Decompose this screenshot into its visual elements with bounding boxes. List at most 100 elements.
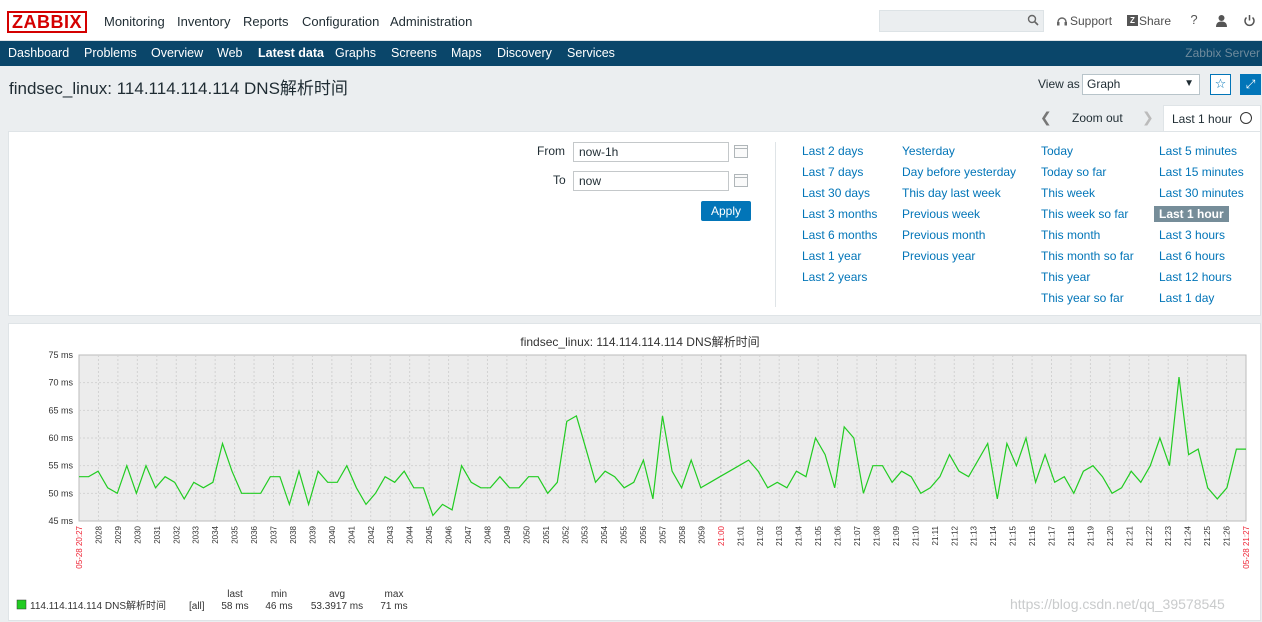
quick-range-last-7-days[interactable]: Last 7 days (802, 165, 863, 179)
quick-range-last-6-hours[interactable]: Last 6 hours (1159, 249, 1225, 263)
fullscreen-button[interactable]: ⤢ (1240, 74, 1261, 95)
quick-range-last-15-minutes[interactable]: Last 15 minutes (1159, 165, 1244, 179)
quick-range-this-month[interactable]: This month (1041, 228, 1100, 242)
x-tick-label: 2047 (464, 525, 473, 543)
tab-web[interactable]: Web (217, 46, 242, 60)
x-tick-label: 21:04 (795, 525, 804, 546)
apply-button[interactable]: Apply (701, 201, 751, 221)
search-icon[interactable] (1027, 14, 1039, 26)
x-tick-label: 21:10 (911, 525, 920, 546)
quick-range-last-12-hours[interactable]: Last 12 hours (1159, 270, 1232, 284)
x-tick-label: 21:09 (892, 525, 901, 546)
x-tick-label: 2045 (425, 525, 434, 543)
share-link[interactable]: Share (1139, 14, 1171, 28)
x-tick-label: 2028 (94, 525, 103, 543)
help-icon[interactable]: ? (1186, 12, 1202, 28)
tab-graphs[interactable]: Graphs (335, 46, 376, 60)
quick-range-this-year[interactable]: This year (1041, 270, 1090, 284)
x-tick-label: 21:01 (736, 525, 745, 546)
quick-range-previous-week[interactable]: Previous week (902, 207, 980, 221)
quick-range-last-30-days[interactable]: Last 30 days (802, 186, 870, 200)
quick-range-today[interactable]: Today (1041, 144, 1073, 158)
quick-range-last-3-hours[interactable]: Last 3 hours (1159, 228, 1225, 242)
quick-range-previous-year[interactable]: Previous year (902, 249, 975, 263)
x-tick-label: 2040 (328, 525, 337, 543)
server-name: Zabbix Server (1185, 46, 1260, 60)
tab-latest-data[interactable]: Latest data (258, 46, 324, 60)
quick-range-previous-month[interactable]: Previous month (902, 228, 985, 242)
menu-inventory[interactable]: Inventory (177, 14, 230, 29)
quick-range-last-5-minutes[interactable]: Last 5 minutes (1159, 144, 1237, 158)
top-header: ZABBIX Monitoring Inventory Reports Conf… (0, 0, 1262, 41)
time-period-tab[interactable]: Last 1 hour (1163, 105, 1261, 131)
quick-range-this-year-so-far[interactable]: This year so far (1041, 291, 1124, 305)
chevron-right-icon[interactable]: ❯ (1142, 110, 1154, 126)
menu-reports[interactable]: Reports (243, 14, 289, 29)
dns-time-graph[interactable]: findsec_linux: 114.114.114.114 DNS解析时间 7… (9, 324, 1262, 622)
tab-services[interactable]: Services (567, 46, 615, 60)
chevron-left-icon[interactable]: ❮ (1040, 110, 1052, 126)
x-tick-label: 2055 (620, 525, 629, 543)
search-input[interactable] (879, 10, 1044, 32)
x-tick-label: 2030 (133, 525, 142, 543)
quick-range-this-month-so-far[interactable]: This month so far (1041, 249, 1134, 263)
quick-range-last-1-year[interactable]: Last 1 year (802, 249, 861, 263)
favorite-star-button[interactable]: ☆ (1210, 74, 1231, 95)
quick-range-this-day-last-week[interactable]: This day last week (902, 186, 1001, 200)
quick-range-this-week-so-far[interactable]: This week so far (1041, 207, 1128, 221)
menu-monitoring[interactable]: Monitoring (104, 14, 165, 29)
x-tick-label: 2053 (581, 525, 590, 543)
quick-range-this-week[interactable]: This week (1041, 186, 1095, 200)
x-tick-label: 21:24 (1184, 525, 1193, 546)
to-input[interactable]: now (573, 171, 729, 191)
x-tick-label: 2043 (386, 525, 395, 543)
tab-problems[interactable]: Problems (84, 46, 137, 60)
y-tick-label: 75 ms (48, 350, 73, 360)
quick-range-last-1-day[interactable]: Last 1 day (1159, 291, 1214, 305)
y-tick-label: 55 ms (48, 461, 73, 471)
from-label: From (537, 144, 565, 158)
from-input[interactable]: now-1h (573, 142, 729, 162)
quick-range-day-before-yesterday[interactable]: Day before yesterday (902, 165, 1016, 179)
y-tick-label: 50 ms (48, 488, 73, 498)
x-tick-label: 2050 (522, 525, 531, 543)
y-tick-label: 60 ms (48, 433, 73, 443)
quick-range-last-6-months[interactable]: Last 6 months (802, 228, 877, 242)
zabbix-logo[interactable]: ZABBIX (7, 11, 87, 33)
time-filter-panel: From now-1h To now Apply Last 2 days Las… (8, 131, 1261, 316)
x-tick-label: 21:21 (1125, 525, 1134, 546)
x-tick-label: 21:11 (931, 525, 940, 545)
quick-range-yesterday[interactable]: Yesterday (902, 144, 955, 158)
x-tick-label: 2032 (172, 525, 181, 543)
quick-range-last-2-days[interactable]: Last 2 days (802, 144, 863, 158)
x-tick-label: 05-28 20:27 (75, 525, 84, 568)
sign-out-icon[interactable] (1243, 14, 1256, 27)
x-tick-label: 21:03 (775, 525, 784, 546)
star-icon: ☆ (1214, 77, 1227, 92)
zoom-out-button[interactable]: Zoom out (1072, 111, 1123, 125)
quick-range-last-30-minutes[interactable]: Last 30 minutes (1159, 186, 1244, 200)
quick-range-last-3-months[interactable]: Last 3 months (802, 207, 877, 221)
tab-maps[interactable]: Maps (451, 46, 482, 60)
sub-navigation: Dashboard Problems Overview Web Latest d… (0, 41, 1262, 66)
x-tick-label: 2041 (347, 525, 356, 543)
quick-range-last-1-hour[interactable]: Last 1 hour (1154, 206, 1229, 222)
x-tick-label: 21:16 (1028, 525, 1037, 546)
menu-configuration[interactable]: Configuration (302, 14, 379, 29)
legend-header-avg: avg (329, 589, 345, 600)
calendar-icon[interactable] (734, 174, 748, 187)
support-link[interactable]: Support (1070, 14, 1112, 28)
user-profile-icon[interactable] (1215, 14, 1228, 27)
quick-range-today-so-far[interactable]: Today so far (1041, 165, 1106, 179)
divider (775, 142, 776, 307)
tab-screens[interactable]: Screens (391, 46, 437, 60)
view-as-label: View as (1038, 77, 1080, 91)
graph-panel: findsec_linux: 114.114.114.114 DNS解析时间 7… (8, 323, 1261, 621)
quick-range-last-2-years[interactable]: Last 2 years (802, 270, 867, 284)
tab-discovery[interactable]: Discovery (497, 46, 552, 60)
tab-dashboard[interactable]: Dashboard (8, 46, 69, 60)
view-as-select[interactable]: Graph ▼ (1082, 74, 1200, 95)
calendar-icon[interactable] (734, 145, 748, 158)
menu-administration[interactable]: Administration (390, 14, 472, 29)
tab-overview[interactable]: Overview (151, 46, 203, 60)
